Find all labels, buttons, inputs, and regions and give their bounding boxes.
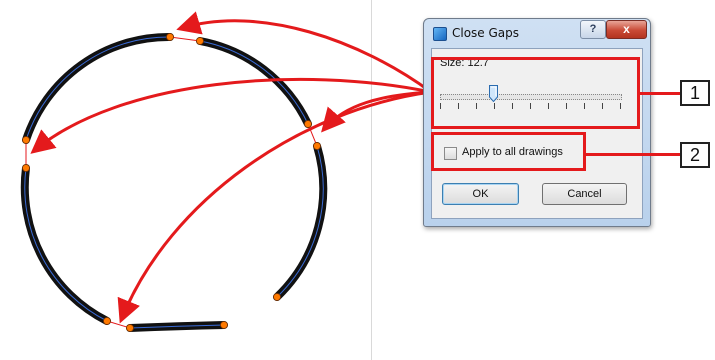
arrow-to-left-gap [30,77,432,154]
highlight-apply-option [431,132,586,171]
highlight-size-slider [431,57,640,129]
callout-connector-1 [640,92,680,95]
callout-number-1: 1 [680,80,710,106]
dialog-titlebar[interactable]: Close Gaps ? x [424,19,650,47]
close-button[interactable]: x [606,20,647,39]
arrow-to-top-gap [176,11,432,94]
help-button[interactable]: ? [580,20,606,39]
ok-button[interactable]: OK [442,183,519,205]
callout-connector-2 [586,153,680,156]
arrow-to-right-gap [321,90,432,133]
arrow-to-bottom-gap [117,90,432,324]
close-gaps-app-icon [433,27,447,41]
cancel-button[interactable]: Cancel [542,183,627,205]
dialog-title: Close Gaps [452,26,520,40]
callout-number-2: 2 [680,142,710,168]
